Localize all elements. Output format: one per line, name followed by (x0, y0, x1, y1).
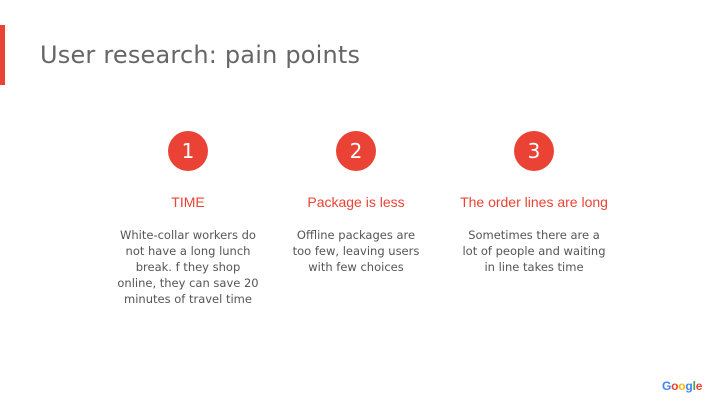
pain-point-column: 3 The order lines are long Sometimes the… (444, 131, 624, 275)
pain-point-column: 2 Package is less Offline packages are t… (266, 131, 446, 275)
pain-point-heading: The order lines are long (460, 194, 608, 210)
number-badge: 3 (514, 131, 554, 171)
logo-letter: o (671, 379, 679, 393)
pain-point-column: 1 TIME White-collar workers do not have … (98, 131, 278, 307)
logo-letter: o (678, 379, 686, 393)
pain-point-heading: Package is less (307, 194, 405, 210)
logo-letter: e (695, 379, 703, 393)
number-badge: 2 (336, 131, 376, 171)
logo-letter: g (685, 379, 693, 393)
google-logo: Google (662, 379, 702, 393)
slide-title: User research: pain points (40, 41, 361, 69)
number-badge: 1 (168, 131, 208, 171)
pain-point-description: Sometimes there are a lot of people and … (462, 228, 606, 274)
logo-letter: G (662, 379, 672, 393)
pain-point-heading: TIME (171, 194, 205, 210)
pain-point-description: White-collar workers do not have a long … (117, 228, 259, 306)
pain-point-description: Offline packages are too few, leaving us… (292, 228, 420, 274)
title-accent-bar (0, 25, 5, 85)
